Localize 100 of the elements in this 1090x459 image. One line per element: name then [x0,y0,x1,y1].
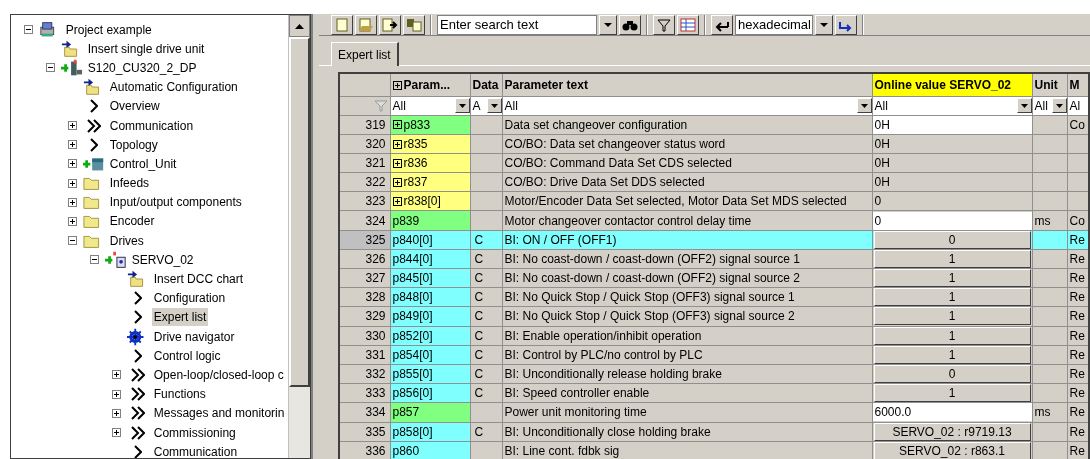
expand-icon[interactable] [68,178,78,188]
value-button[interactable]: 1 [873,384,1031,402]
expand-icon[interactable] [68,121,78,131]
search-field[interactable]: Enter search text [437,14,597,35]
tree-item[interactable]: Commissioning [151,423,238,442]
tree-item[interactable]: Overview [107,97,162,116]
tree-item[interactable]: Open-loop/closed-loop c [151,365,286,384]
column-header[interactable]: Param... [390,73,470,96]
tree-item[interactable]: Drive navigator [151,327,237,346]
tree-item[interactable]: Control logic [151,346,223,365]
tree-item[interactable]: SERVO_02 [129,250,196,269]
filter-icon[interactable] [653,14,675,35]
open-list-icon[interactable] [355,14,377,35]
table-row[interactable]: 334 p857 Power unit monitoring time 6000.0 ms Re [339,402,1089,422]
table-row[interactable]: 323 r838[0] Motor/Encoder Data Set selected, Motor Data Set MDS selected 0 [339,191,1089,211]
tree-item[interactable]: Input/output components [107,193,244,212]
expand-icon[interactable] [392,139,402,149]
table-row[interactable]: 333 p856[0] C BI: Speed controller enable 1 Re [339,383,1089,403]
expand-icon[interactable] [68,216,78,226]
search-icon[interactable] [619,14,641,35]
expand-icon[interactable] [112,370,122,380]
tab[interactable]: Expert list [331,42,399,66]
table-row[interactable]: 322 r837 CO/BO: Drive Data Set DDS selected 0H [339,172,1089,192]
collapse-icon[interactable] [24,25,34,35]
expand-icon[interactable] [68,140,78,150]
column-header[interactable]: Unit [1032,73,1067,96]
value-field[interactable]: 0H [873,116,1031,134]
row-number: 319 [339,115,390,135]
tree-item[interactable]: Insert single drive unit [85,39,207,58]
expand-icon[interactable] [392,178,402,187]
device-icon [60,58,83,77]
scrollbar[interactable] [288,15,311,458]
collapse-icon[interactable] [68,236,78,246]
table-row[interactable]: 330 p852[0] C BI: Enable operation/inhibit operation 1 Re [339,326,1089,346]
value-button[interactable]: 1 [873,346,1031,364]
value-button[interactable]: 1 [873,288,1031,306]
tree-item[interactable]: Automatic Configuration [107,78,240,97]
row-number: 333 [339,383,390,403]
tree-item[interactable]: Project example [63,20,154,39]
table-row[interactable]: 319 p833 Data set changeover configuration 0H Co [339,115,1089,135]
table-row[interactable]: 326 p844[0] C BI: No coast-down / coast-down (OFF2) signal source 1 1 Re [339,249,1089,269]
column-header[interactable]: Online value SERVO_02 [872,73,1032,96]
expand-icon[interactable] [392,158,402,168]
compare-list-icon[interactable] [403,14,425,35]
expand-icon[interactable] [392,197,402,207]
column-header[interactable]: Data [470,73,502,96]
value-field[interactable]: 0 [873,211,1031,230]
table-row[interactable]: 328 p848[0] C BI: No Quick Stop / Quick Stop (OFF3) signal source 1 1 Re [339,287,1089,307]
tree-item[interactable]: Communication [107,116,196,135]
table-row[interactable]: 331 p854[0] C BI: Control by PLC/no control by PLC 1 Re [339,345,1089,365]
expand-icon[interactable] [68,159,78,169]
expand-icon[interactable] [112,389,122,399]
tree-item[interactable]: Messages and monitorin [151,404,287,423]
table-row[interactable]: 335 p858[0] C BI: Unconditionally close holding brake SERVO_02 : r9719.13 Re [339,422,1089,442]
table-row[interactable]: 336 p860 BI: Line cont. fdbk sig SERVO_02 : r863.1 Re [339,441,1089,459]
tree-item[interactable]: Insert DCC chart [151,270,246,289]
tree-item[interactable]: Encoder [107,212,157,231]
tree-item[interactable]: Expert list [151,308,209,327]
table-row[interactable]: 327 p845[0] C BI: No coast-down / coast-down (OFF2) signal source 2 1 Re [339,268,1089,288]
tree-item[interactable]: Control_Unit [107,154,179,173]
tree-item[interactable]: Infeeds [107,174,152,193]
tree-item[interactable]: Topology [107,135,160,154]
export-list-icon[interactable] [379,14,401,35]
table-row[interactable]: 321 r836 CO/BO: Command Data Set CDS selected 0H [339,153,1089,173]
table-row[interactable]: 329 p849[0] C BI: No Quick Stop / Quick Stop (OFF3) signal source 2 1 Re [339,306,1089,327]
value-button[interactable]: 1 [873,327,1031,345]
tree-item[interactable]: Functions [151,385,208,404]
scroll-thumb[interactable] [289,37,311,387]
filter-field[interactable]: Al [1068,97,1088,114]
drive-icon [104,250,127,269]
value-field[interactable]: 6000.0 [873,403,1031,421]
value-button[interactable]: 1 [873,250,1031,268]
collapse-icon[interactable] [46,63,56,73]
collapse-icon[interactable] [90,255,100,265]
new-list-icon[interactable] [331,14,353,35]
table-filter-icon[interactable] [677,14,699,35]
expand-icon[interactable] [112,408,122,418]
column-header[interactable]: M [1067,73,1089,96]
tree-item[interactable]: Drives [107,231,146,250]
column-header[interactable]: Parameter text [502,73,872,96]
tree-item[interactable]: Communication [151,442,240,458]
value-button[interactable]: SERVO_02 : r9719.13 [873,423,1031,441]
value-button[interactable]: 0 [873,365,1031,383]
value-button[interactable]: SERVO_02 : r863.1 [873,442,1031,459]
table-row[interactable]: 325 p840[0] C BI: ON / OFF (OFF1) 0 Re [339,230,1089,250]
value-button[interactable]: 1 [873,269,1031,287]
tree-item[interactable]: Configuration [151,289,228,308]
expand-icon[interactable] [68,197,78,207]
tree-item[interactable]: S120_CU320_2_DP [85,58,199,77]
up-arrow-icon[interactable] [295,23,305,29]
scroll-up-button[interactable] [289,15,311,37]
value-button[interactable]: 1 [873,307,1031,326]
table-row[interactable]: 332 p855[0] C BI: Unconditionally release holding brake 0 Re [339,364,1089,384]
expand-icon[interactable] [392,120,402,130]
expand-icon[interactable] [112,428,122,438]
table-row[interactable]: 320 r835 CO/BO: Data set changeover status word 0H [339,134,1089,154]
value-button[interactable]: 0 [873,231,1031,249]
expand-icon[interactable] [392,80,402,90]
format-dropdown[interactable]: hexadecimal [735,14,813,35]
table-row[interactable]: 324 p839 Motor changeover contactor control delay time 0 ms Co [339,210,1089,231]
